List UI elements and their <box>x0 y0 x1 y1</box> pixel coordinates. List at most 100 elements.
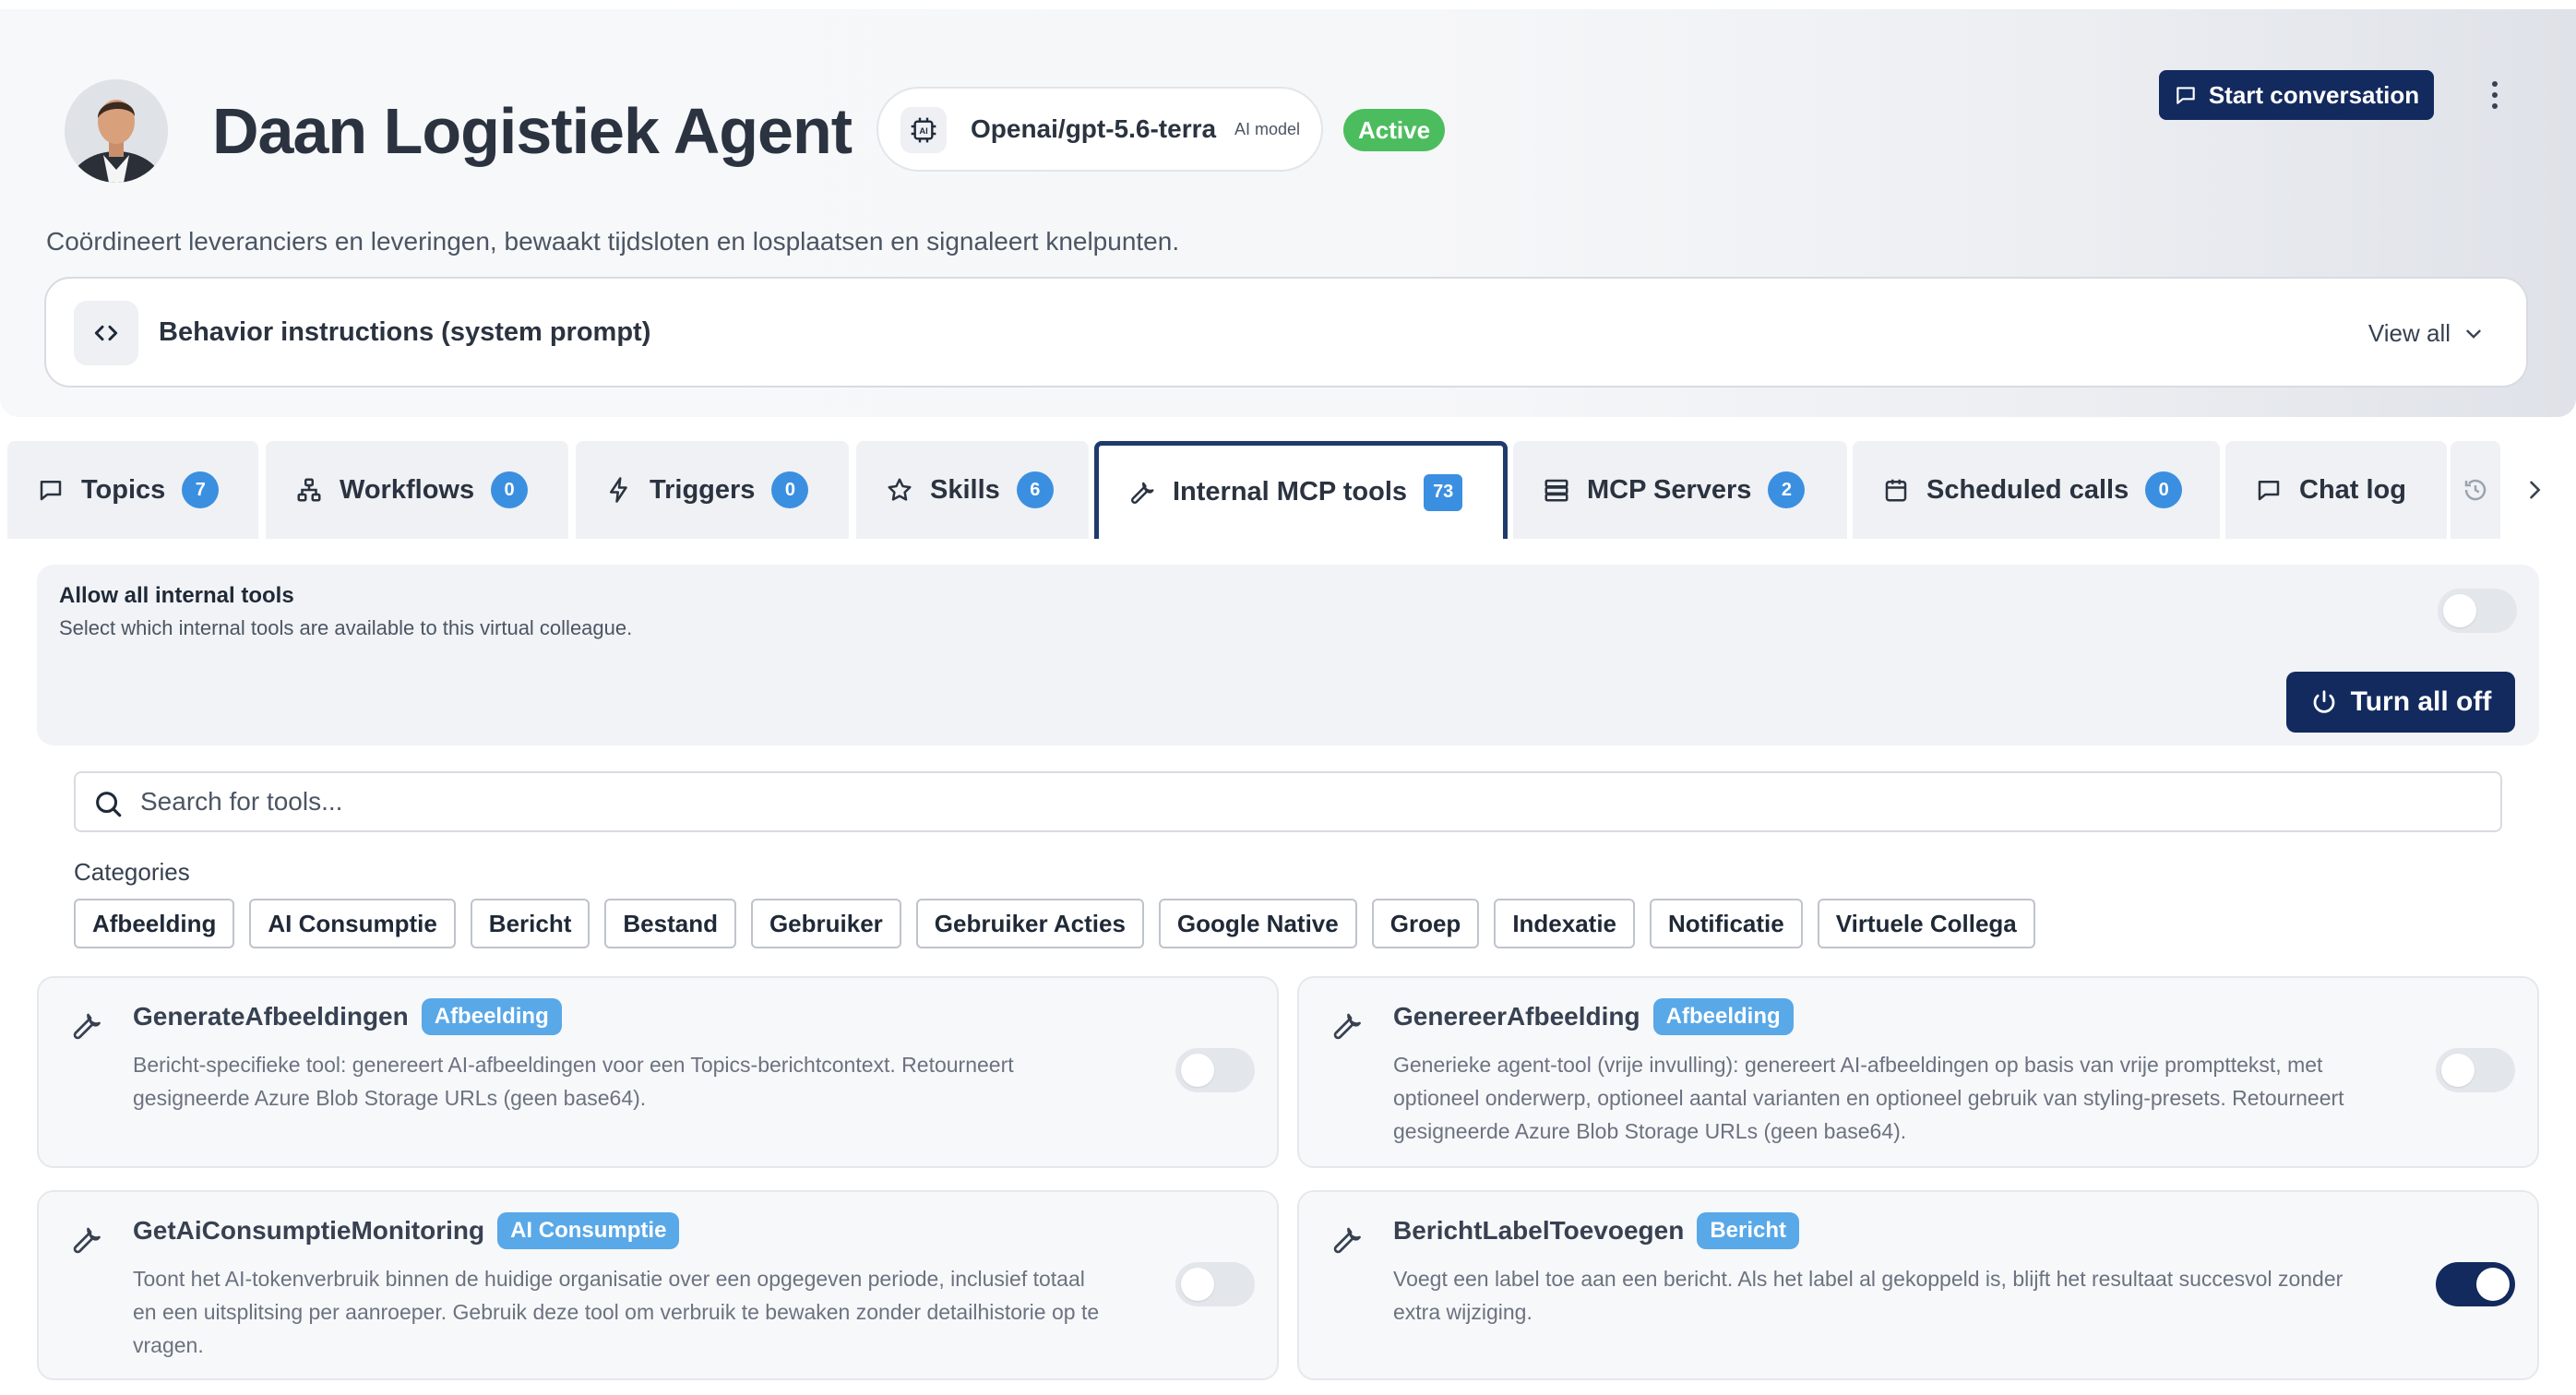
tool-description: Bericht-specifieke tool: genereert AI-af… <box>133 1053 1014 1110</box>
svg-text:AI: AI <box>919 126 927 136</box>
tool-toggle[interactable] <box>2436 1262 2515 1306</box>
tab-label: Workflows <box>340 474 475 505</box>
tab-history[interactable] <box>2451 441 2500 539</box>
search-icon <box>92 788 124 819</box>
tab-count-badge: 0 <box>771 471 809 508</box>
wrench-icon <box>1327 1006 1367 1046</box>
tool-name: GetAiConsumptieMonitoring <box>133 1216 485 1245</box>
tab-label: Internal MCP tools <box>1173 477 1408 507</box>
tab-count-badge: 7 <box>182 471 220 508</box>
tab-skills[interactable]: Skills 6 <box>856 441 1089 539</box>
tab-count-badge: 2 <box>1768 471 1806 508</box>
category-chips: Afbeelding AI Consumptie Bericht Bestand… <box>74 899 2035 948</box>
tool-description: Generieke agent-tool (vrije invulling): … <box>1393 1053 2344 1143</box>
wrench-icon <box>66 1220 107 1260</box>
tab-triggers[interactable]: Triggers 0 <box>576 441 849 539</box>
tab-mcp-servers[interactable]: MCP Servers 2 <box>1513 441 1847 539</box>
tool-toggle[interactable] <box>1175 1262 1255 1306</box>
tool-card: GenerateAfbeeldingen Afbeelding Bericht-… <box>37 976 1279 1168</box>
model-tag: AI model <box>1234 120 1301 138</box>
category-chip[interactable]: Bericht <box>470 899 590 948</box>
tool-name: GenerateAfbeeldingen <box>133 1002 409 1031</box>
tab-label: Scheduled calls <box>1926 474 2129 505</box>
view-all-button[interactable]: View all <box>2368 319 2486 348</box>
tab-count-badge: 0 <box>491 471 529 508</box>
start-conversation-label: Start conversation <box>2208 80 2420 109</box>
tab-label: Chat log <box>2299 474 2406 505</box>
tool-name: BerichtLabelToevoegen <box>1393 1216 1685 1245</box>
tool-card: GetAiConsumptieMonitoring AI Consumptie … <box>37 1190 1279 1380</box>
chat-icon <box>40 481 62 501</box>
allow-all-subtitle: Select which internal tools are availabl… <box>59 616 633 639</box>
tab-chat-log[interactable]: Chat log <box>2225 441 2447 539</box>
allow-all-toggle[interactable] <box>2438 589 2517 633</box>
category-chip[interactable]: Gebruiker Acties <box>915 899 1144 948</box>
chat-icon <box>2176 87 2195 104</box>
search-input[interactable] <box>140 773 2484 830</box>
category-chip[interactable]: Bestand <box>604 899 736 948</box>
behavior-instructions-panel[interactable]: Behavior instructions (system prompt) Vi… <box>44 277 2528 388</box>
model-selector[interactable]: AI Openai/gpt-5.6-terra AI model <box>877 87 1323 172</box>
bolt-icon <box>610 477 627 503</box>
allow-all-tools-card: Allow all internal tools Select which in… <box>37 565 2539 745</box>
category-chip[interactable]: Google Native <box>1158 899 1357 948</box>
start-conversation-button[interactable]: Start conversation <box>2159 70 2434 120</box>
behavior-title: Behavior instructions (system prompt) <box>159 317 651 347</box>
tool-card: GenereerAfbeelding Afbeelding Generieke … <box>1297 976 2539 1168</box>
tab-count-badge: 0 <box>2145 471 2183 508</box>
tab-label: MCP Servers <box>1587 474 1752 505</box>
agent-title: Daan Logistiek Agent <box>212 95 853 167</box>
category-chip[interactable]: Gebruiker <box>750 899 901 948</box>
star-icon <box>888 478 912 501</box>
agent-header: Daan Logistiek Agent AI Openai/gpt-5.6-t… <box>0 9 2576 417</box>
tab-scheduled-calls[interactable]: Scheduled calls 0 <box>1853 441 2220 539</box>
tool-description: Voegt een label toe aan een bericht. Als… <box>1393 1267 2343 1324</box>
tab-label: Topics <box>81 474 166 505</box>
tab-label: Triggers <box>650 474 756 505</box>
tab-scroll-right-button[interactable] <box>2500 441 2569 539</box>
category-chip[interactable]: AI Consumptie <box>249 899 456 948</box>
tool-card: BerichtLabelToevoegen Bericht Voegt een … <box>1297 1190 2539 1380</box>
code-icon <box>74 301 138 365</box>
wrench-icon <box>1130 482 1154 504</box>
category-badge: Afbeelding <box>1652 998 1794 1035</box>
turn-all-off-button[interactable]: Turn all off <box>2286 672 2515 733</box>
tool-toggle[interactable] <box>2436 1048 2515 1092</box>
workflow-icon <box>297 478 321 502</box>
tool-name: GenereerAfbeelding <box>1393 1002 1640 1031</box>
status-badge: Active <box>1343 109 1446 151</box>
server-icon <box>1544 479 1568 502</box>
view-all-label: View all <box>2367 319 2451 347</box>
ai-chip-icon: AI <box>900 107 947 153</box>
category-badge: Afbeelding <box>421 998 562 1035</box>
avatar <box>65 79 168 183</box>
category-chip[interactable]: Afbeelding <box>74 899 235 948</box>
category-chip[interactable]: Notificatie <box>1650 899 1803 948</box>
category-chip[interactable]: Virtuele Collega <box>1817 899 2035 948</box>
category-badge: AI Consumptie <box>497 1212 680 1249</box>
tool-description: Toont het AI-tokenverbruik binnen de hui… <box>133 1267 1100 1357</box>
tab-workflows[interactable]: Workflows 0 <box>266 441 568 539</box>
history-icon <box>2464 479 2487 501</box>
turn-all-off-label: Turn all off <box>2350 686 2492 717</box>
tab-internal-mcp-tools[interactable]: Internal MCP tools 73 <box>1094 441 1508 539</box>
tab-label: Skills <box>930 474 1000 505</box>
category-chip[interactable]: Groep <box>1371 899 1480 948</box>
chevron-down-icon <box>2466 329 2481 339</box>
tab-topics[interactable]: Topics 7 <box>7 441 258 539</box>
allow-all-title: Allow all internal tools <box>59 583 294 608</box>
power-icon <box>2313 690 2334 713</box>
wrench-icon <box>66 1006 107 1046</box>
calendar-icon <box>1885 479 1907 502</box>
wrench-icon <box>1327 1220 1367 1260</box>
categories-label: Categories <box>74 858 190 886</box>
tool-search <box>74 771 2502 832</box>
more-options-icon[interactable] <box>2478 74 2511 116</box>
category-chip[interactable]: Indexatie <box>1494 899 1636 948</box>
chat-icon <box>2258 481 2280 501</box>
tool-toggle[interactable] <box>1175 1048 1255 1092</box>
chevron-right-icon <box>2530 481 2541 499</box>
tab-count-badge: 73 <box>1424 473 1463 511</box>
model-name: Openai/gpt-5.6-terra <box>971 114 1217 143</box>
tab-bar: Topics 7 Workflows 0 Triggers 0 Skills 6… <box>0 441 2576 541</box>
